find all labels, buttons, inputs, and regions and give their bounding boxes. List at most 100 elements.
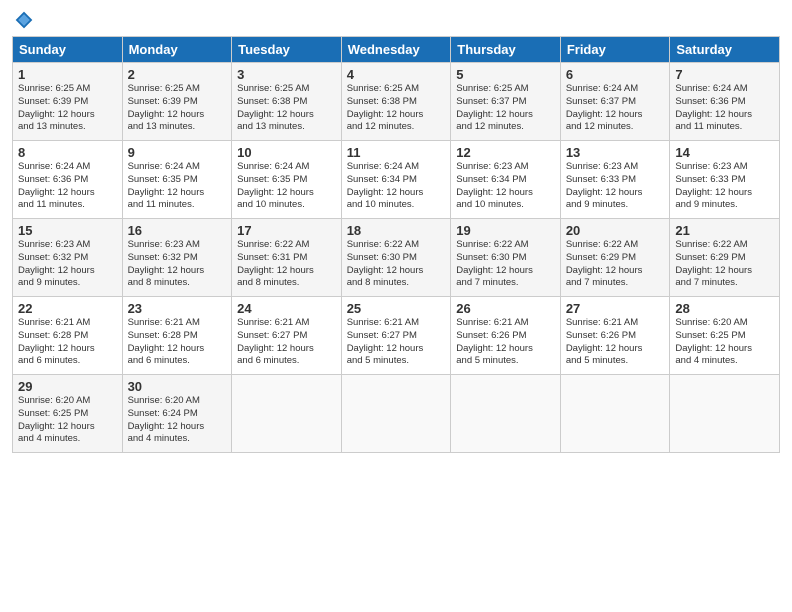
- logo: [12, 10, 34, 30]
- calendar-cell: [560, 375, 670, 453]
- calendar-cell: 11Sunrise: 6:24 AM Sunset: 6:34 PM Dayli…: [341, 141, 451, 219]
- day-number: 14: [675, 145, 774, 160]
- day-info: Sunrise: 6:21 AM Sunset: 6:27 PM Dayligh…: [237, 317, 336, 368]
- day-number: 19: [456, 223, 555, 238]
- day-number: 12: [456, 145, 555, 160]
- day-info: Sunrise: 6:25 AM Sunset: 6:38 PM Dayligh…: [347, 83, 446, 134]
- day-number: 25: [347, 301, 446, 316]
- day-number: 15: [18, 223, 117, 238]
- day-number: 10: [237, 145, 336, 160]
- calendar-cell: 13Sunrise: 6:23 AM Sunset: 6:33 PM Dayli…: [560, 141, 670, 219]
- calendar-cell: 24Sunrise: 6:21 AM Sunset: 6:27 PM Dayli…: [232, 297, 342, 375]
- calendar-cell: 8Sunrise: 6:24 AM Sunset: 6:36 PM Daylig…: [13, 141, 123, 219]
- week-row-4: 22Sunrise: 6:21 AM Sunset: 6:28 PM Dayli…: [13, 297, 780, 375]
- calendar-table: SundayMondayTuesdayWednesdayThursdayFrid…: [12, 36, 780, 453]
- calendar-cell: 26Sunrise: 6:21 AM Sunset: 6:26 PM Dayli…: [451, 297, 561, 375]
- calendar-cell: 18Sunrise: 6:22 AM Sunset: 6:30 PM Dayli…: [341, 219, 451, 297]
- week-row-2: 8Sunrise: 6:24 AM Sunset: 6:36 PM Daylig…: [13, 141, 780, 219]
- calendar-cell: 7Sunrise: 6:24 AM Sunset: 6:36 PM Daylig…: [670, 63, 780, 141]
- day-number: 17: [237, 223, 336, 238]
- calendar-cell: 27Sunrise: 6:21 AM Sunset: 6:26 PM Dayli…: [560, 297, 670, 375]
- day-number: 18: [347, 223, 446, 238]
- calendar-cell: 3Sunrise: 6:25 AM Sunset: 6:38 PM Daylig…: [232, 63, 342, 141]
- calendar-cell: 14Sunrise: 6:23 AM Sunset: 6:33 PM Dayli…: [670, 141, 780, 219]
- day-info: Sunrise: 6:23 AM Sunset: 6:34 PM Dayligh…: [456, 161, 555, 212]
- calendar-cell: [232, 375, 342, 453]
- calendar-cell: 29Sunrise: 6:20 AM Sunset: 6:25 PM Dayli…: [13, 375, 123, 453]
- day-number: 5: [456, 67, 555, 82]
- day-info: Sunrise: 6:23 AM Sunset: 6:32 PM Dayligh…: [128, 239, 227, 290]
- calendar-cell: 12Sunrise: 6:23 AM Sunset: 6:34 PM Dayli…: [451, 141, 561, 219]
- day-number: 21: [675, 223, 774, 238]
- day-number: 1: [18, 67, 117, 82]
- calendar-cell: 4Sunrise: 6:25 AM Sunset: 6:38 PM Daylig…: [341, 63, 451, 141]
- day-info: Sunrise: 6:25 AM Sunset: 6:38 PM Dayligh…: [237, 83, 336, 134]
- day-number: 16: [128, 223, 227, 238]
- day-info: Sunrise: 6:24 AM Sunset: 6:37 PM Dayligh…: [566, 83, 665, 134]
- calendar-cell: 6Sunrise: 6:24 AM Sunset: 6:37 PM Daylig…: [560, 63, 670, 141]
- day-info: Sunrise: 6:22 AM Sunset: 6:31 PM Dayligh…: [237, 239, 336, 290]
- day-info: Sunrise: 6:22 AM Sunset: 6:30 PM Dayligh…: [347, 239, 446, 290]
- calendar-cell: 16Sunrise: 6:23 AM Sunset: 6:32 PM Dayli…: [122, 219, 232, 297]
- day-info: Sunrise: 6:21 AM Sunset: 6:28 PM Dayligh…: [128, 317, 227, 368]
- day-info: Sunrise: 6:23 AM Sunset: 6:32 PM Dayligh…: [18, 239, 117, 290]
- weekday-header-row: SundayMondayTuesdayWednesdayThursdayFrid…: [13, 37, 780, 63]
- calendar-cell: 20Sunrise: 6:22 AM Sunset: 6:29 PM Dayli…: [560, 219, 670, 297]
- week-row-3: 15Sunrise: 6:23 AM Sunset: 6:32 PM Dayli…: [13, 219, 780, 297]
- weekday-header-sunday: Sunday: [13, 37, 123, 63]
- day-info: Sunrise: 6:25 AM Sunset: 6:39 PM Dayligh…: [18, 83, 117, 134]
- calendar-cell: 19Sunrise: 6:22 AM Sunset: 6:30 PM Dayli…: [451, 219, 561, 297]
- day-info: Sunrise: 6:23 AM Sunset: 6:33 PM Dayligh…: [566, 161, 665, 212]
- calendar-cell: 5Sunrise: 6:25 AM Sunset: 6:37 PM Daylig…: [451, 63, 561, 141]
- calendar-cell: [341, 375, 451, 453]
- weekday-header-wednesday: Wednesday: [341, 37, 451, 63]
- day-info: Sunrise: 6:25 AM Sunset: 6:37 PM Dayligh…: [456, 83, 555, 134]
- day-number: 24: [237, 301, 336, 316]
- calendar-cell: 9Sunrise: 6:24 AM Sunset: 6:35 PM Daylig…: [122, 141, 232, 219]
- calendar-cell: 30Sunrise: 6:20 AM Sunset: 6:24 PM Dayli…: [122, 375, 232, 453]
- day-number: 7: [675, 67, 774, 82]
- day-info: Sunrise: 6:22 AM Sunset: 6:29 PM Dayligh…: [675, 239, 774, 290]
- day-info: Sunrise: 6:20 AM Sunset: 6:24 PM Dayligh…: [128, 395, 227, 446]
- day-number: 6: [566, 67, 665, 82]
- weekday-header-thursday: Thursday: [451, 37, 561, 63]
- day-info: Sunrise: 6:22 AM Sunset: 6:29 PM Dayligh…: [566, 239, 665, 290]
- day-number: 23: [128, 301, 227, 316]
- calendar-container: SundayMondayTuesdayWednesdayThursdayFrid…: [0, 0, 792, 612]
- calendar-cell: 21Sunrise: 6:22 AM Sunset: 6:29 PM Dayli…: [670, 219, 780, 297]
- day-info: Sunrise: 6:24 AM Sunset: 6:36 PM Dayligh…: [18, 161, 117, 212]
- calendar-cell: 28Sunrise: 6:20 AM Sunset: 6:25 PM Dayli…: [670, 297, 780, 375]
- calendar-cell: 17Sunrise: 6:22 AM Sunset: 6:31 PM Dayli…: [232, 219, 342, 297]
- day-info: Sunrise: 6:20 AM Sunset: 6:25 PM Dayligh…: [18, 395, 117, 446]
- day-number: 13: [566, 145, 665, 160]
- calendar-cell: 1Sunrise: 6:25 AM Sunset: 6:39 PM Daylig…: [13, 63, 123, 141]
- calendar-cell: 10Sunrise: 6:24 AM Sunset: 6:35 PM Dayli…: [232, 141, 342, 219]
- day-number: 11: [347, 145, 446, 160]
- day-info: Sunrise: 6:21 AM Sunset: 6:26 PM Dayligh…: [566, 317, 665, 368]
- day-info: Sunrise: 6:22 AM Sunset: 6:30 PM Dayligh…: [456, 239, 555, 290]
- day-number: 3: [237, 67, 336, 82]
- calendar-cell: 25Sunrise: 6:21 AM Sunset: 6:27 PM Dayli…: [341, 297, 451, 375]
- day-info: Sunrise: 6:21 AM Sunset: 6:26 PM Dayligh…: [456, 317, 555, 368]
- calendar-cell: 22Sunrise: 6:21 AM Sunset: 6:28 PM Dayli…: [13, 297, 123, 375]
- day-number: 28: [675, 301, 774, 316]
- day-number: 27: [566, 301, 665, 316]
- calendar-cell: 15Sunrise: 6:23 AM Sunset: 6:32 PM Dayli…: [13, 219, 123, 297]
- day-info: Sunrise: 6:24 AM Sunset: 6:36 PM Dayligh…: [675, 83, 774, 134]
- day-number: 30: [128, 379, 227, 394]
- day-info: Sunrise: 6:21 AM Sunset: 6:28 PM Dayligh…: [18, 317, 117, 368]
- day-info: Sunrise: 6:24 AM Sunset: 6:35 PM Dayligh…: [237, 161, 336, 212]
- day-number: 29: [18, 379, 117, 394]
- calendar-cell: [451, 375, 561, 453]
- weekday-header-friday: Friday: [560, 37, 670, 63]
- day-info: Sunrise: 6:23 AM Sunset: 6:33 PM Dayligh…: [675, 161, 774, 212]
- day-info: Sunrise: 6:25 AM Sunset: 6:39 PM Dayligh…: [128, 83, 227, 134]
- weekday-header-tuesday: Tuesday: [232, 37, 342, 63]
- weekday-header-saturday: Saturday: [670, 37, 780, 63]
- day-number: 22: [18, 301, 117, 316]
- week-row-5: 29Sunrise: 6:20 AM Sunset: 6:25 PM Dayli…: [13, 375, 780, 453]
- calendar-cell: [670, 375, 780, 453]
- day-info: Sunrise: 6:20 AM Sunset: 6:25 PM Dayligh…: [675, 317, 774, 368]
- day-number: 26: [456, 301, 555, 316]
- logo-icon: [14, 10, 34, 30]
